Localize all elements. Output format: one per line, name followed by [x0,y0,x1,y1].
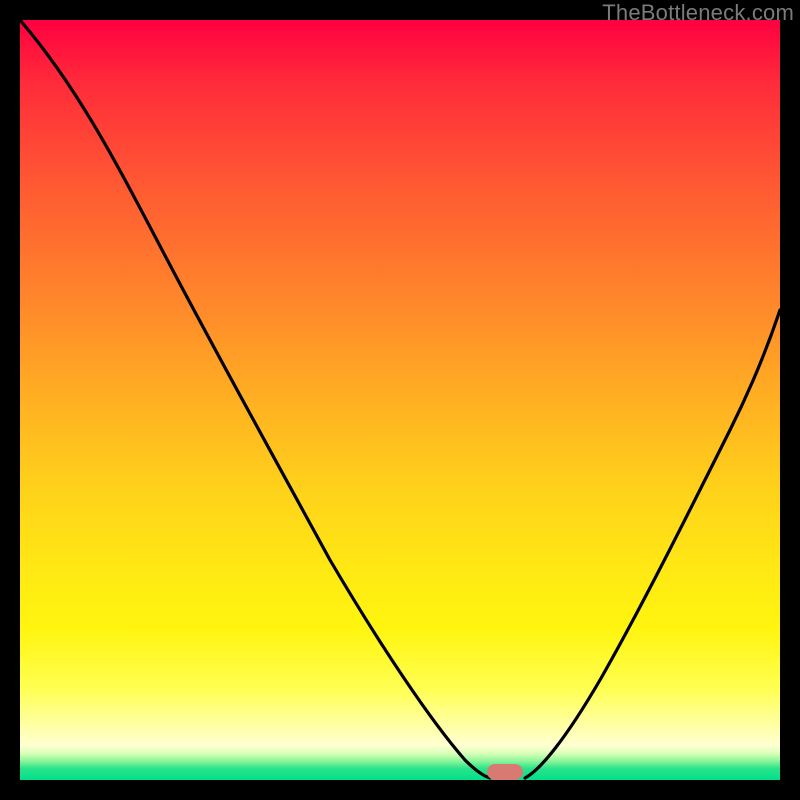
watermark-text: TheBottleneck.com [602,0,794,26]
curve-left-branch [20,20,490,778]
bottleneck-curve [20,20,780,780]
optimal-marker [487,764,523,780]
chart-frame: TheBottleneck.com [0,0,800,800]
curve-right-branch [525,310,780,778]
plot-area [20,20,780,780]
